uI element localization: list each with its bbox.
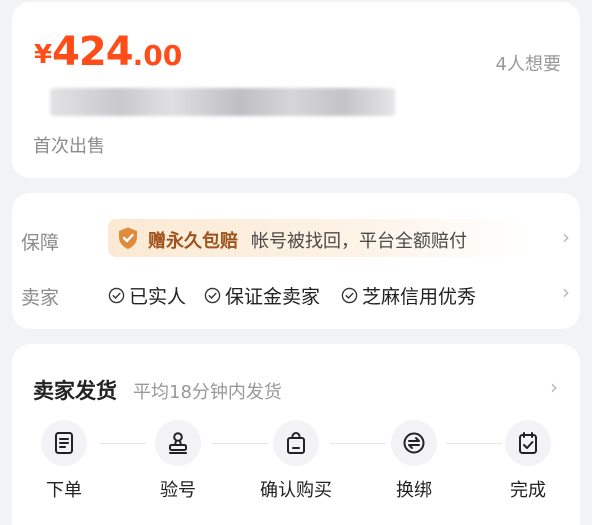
guarantee-chevron-right-icon[interactable]: ›: [562, 225, 570, 249]
price-decimal: .00: [132, 39, 183, 72]
step-rebind: 换绑: [364, 420, 464, 502]
swap-icon: [403, 432, 425, 454]
step-verify: 验号: [128, 420, 228, 502]
guarantee-banner[interactable]: 赠永久包赔 帐号被找回，平台全额赔付: [108, 219, 528, 257]
step-confirm-purchase: 确认购买: [246, 420, 346, 502]
wants-count: 4人想要: [495, 54, 561, 75]
first-sale-label: 首次出售: [33, 136, 105, 157]
step-label: 换绑: [396, 480, 432, 501]
guarantee-highlight: 赠永久包赔: [148, 231, 238, 252]
guarantee-label: 保障: [21, 232, 60, 254]
price-card: ¥424.00 4人想要 首次出售: [12, 2, 580, 178]
badge-label: 芝麻信用优秀: [362, 286, 477, 308]
step-label: 确认购买: [260, 480, 332, 501]
badge-label: 已实人: [129, 286, 187, 308]
shipping-title: 卖家发货: [33, 379, 117, 403]
step-order: 下单: [14, 420, 114, 502]
step-complete: 完成: [478, 420, 578, 502]
shipping-subtitle: 平均18分钟内发货: [133, 382, 282, 403]
step-label: 下单: [46, 480, 82, 501]
step-label: 验号: [160, 480, 196, 501]
price: ¥424.00: [34, 32, 182, 72]
seller-chevron-right-icon[interactable]: ›: [562, 280, 570, 304]
step-label: 完成: [510, 480, 546, 501]
shopping-bag-icon: [287, 432, 305, 454]
price-currency: ¥: [34, 40, 53, 70]
seller-badge-credit: 芝麻信用优秀: [341, 282, 476, 309]
check-circle-icon: [204, 287, 221, 304]
shield-icon: [119, 227, 137, 249]
shipping-card[interactable]: 卖家发货 平均18分钟内发货 › 下单 验号 确认购买 换绑 完成: [12, 344, 580, 525]
seller-label: 卖家: [21, 287, 60, 309]
blurred-description: [50, 88, 395, 116]
order-list-icon: [55, 432, 73, 454]
seller-badge-deposit: 保证金卖家: [204, 282, 320, 309]
badge-label: 保证金卖家: [225, 286, 321, 308]
price-integer: 424: [52, 29, 133, 75]
guarantee-text: 帐号被找回，平台全额赔付: [251, 231, 467, 252]
stamp-icon: [169, 432, 187, 454]
check-calendar-icon: [519, 432, 537, 454]
seller-badge-verified: 已实人: [108, 282, 186, 309]
shipping-chevron-right-icon[interactable]: ›: [550, 375, 558, 399]
check-circle-icon: [341, 287, 358, 304]
check-circle-icon: [108, 287, 125, 304]
